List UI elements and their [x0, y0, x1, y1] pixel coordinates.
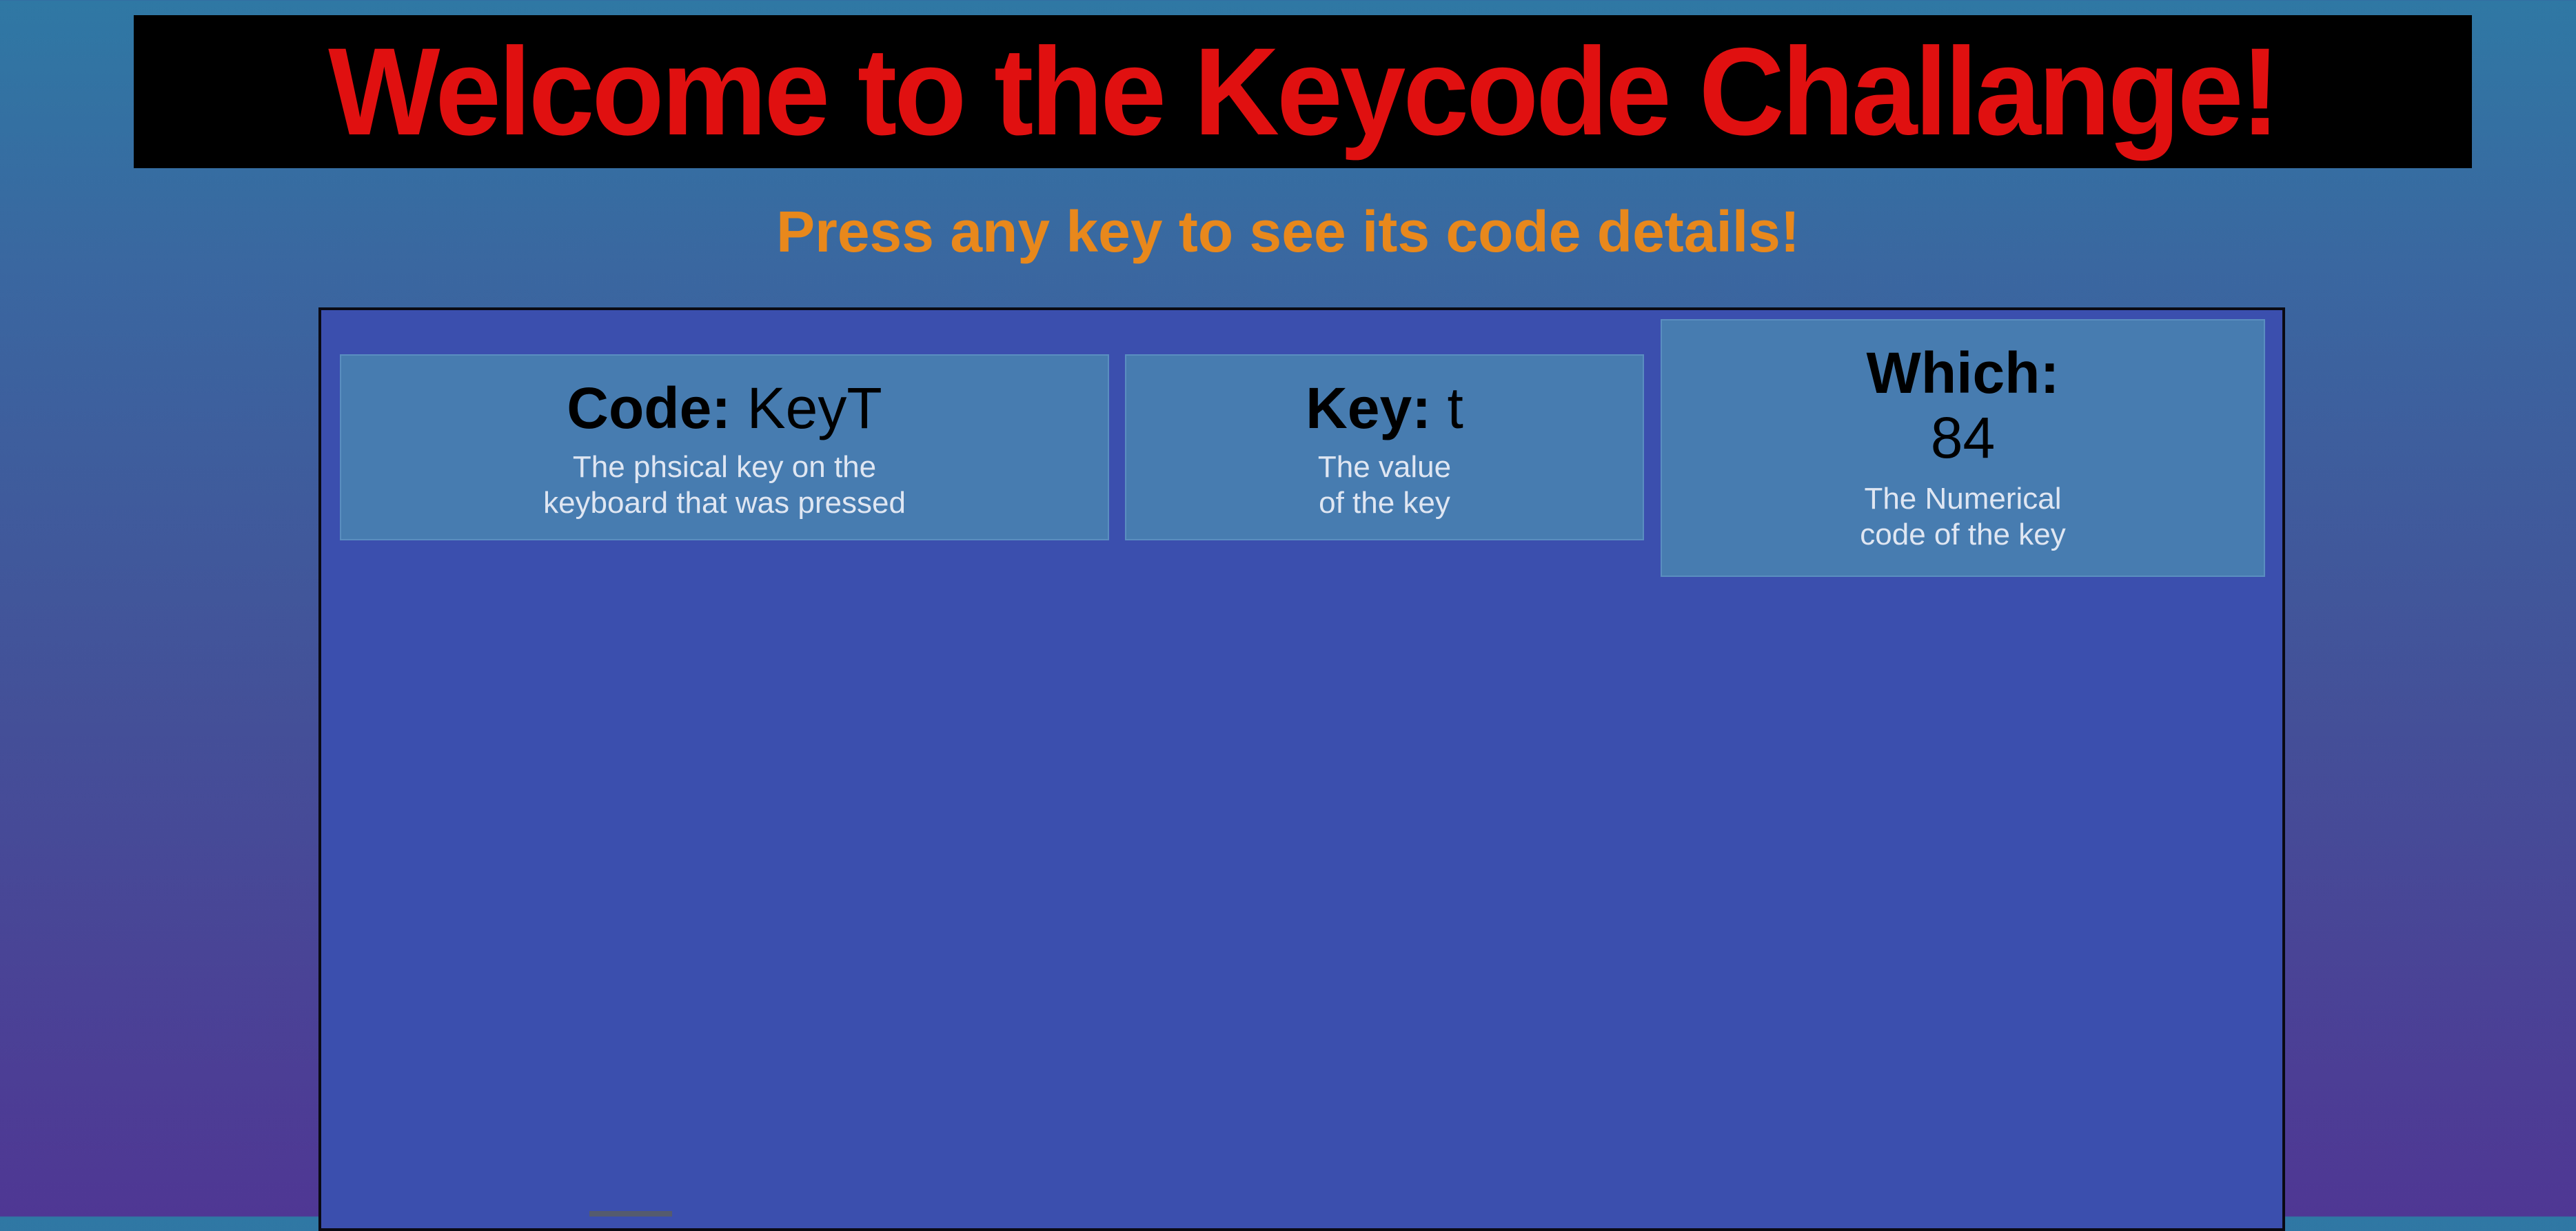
code-card: Code: KeyT The phsical key on the keyboa…	[340, 354, 1109, 540]
title-banner: Welcome to the Keycode Challange!	[134, 15, 2472, 168]
which-description: The Numerical code of the key	[1662, 481, 2264, 553]
code-desc-line: The phsical key on the	[572, 450, 877, 485]
code-heading: Code: KeyT	[341, 376, 1108, 440]
which-card: Which: 84 The Numerical code of the key	[1661, 319, 2265, 577]
instruction-text: Press any key to see its code details!	[776, 199, 1800, 264]
which-value: 84	[1930, 405, 1996, 471]
which-label: Which:	[1866, 340, 2060, 405]
key-heading: Key: t	[1126, 376, 1643, 440]
which-desc-line: code of the key	[1860, 517, 2066, 551]
key-desc-line: The value	[1317, 450, 1452, 485]
key-desc-line: of the key	[1319, 486, 1450, 520]
key-value: t	[1447, 376, 1463, 440]
code-label: Code:	[567, 376, 731, 440]
key-card: Key: t The value of the key	[1125, 354, 1644, 540]
page-title: Welcome to the Keycode Challange!	[328, 22, 2280, 161]
code-value: KeyT	[747, 376, 882, 440]
code-desc-line: keyboard that was pressed	[543, 486, 906, 520]
horizontal-scrollbar-thumb[interactable]	[589, 1211, 672, 1217]
which-desc-line: The Numerical	[1864, 481, 2062, 516]
key-label: Key:	[1306, 376, 1432, 440]
code-description: The phsical key on the keyboard that was…	[341, 449, 1108, 521]
key-description: The value of the key	[1126, 449, 1643, 521]
